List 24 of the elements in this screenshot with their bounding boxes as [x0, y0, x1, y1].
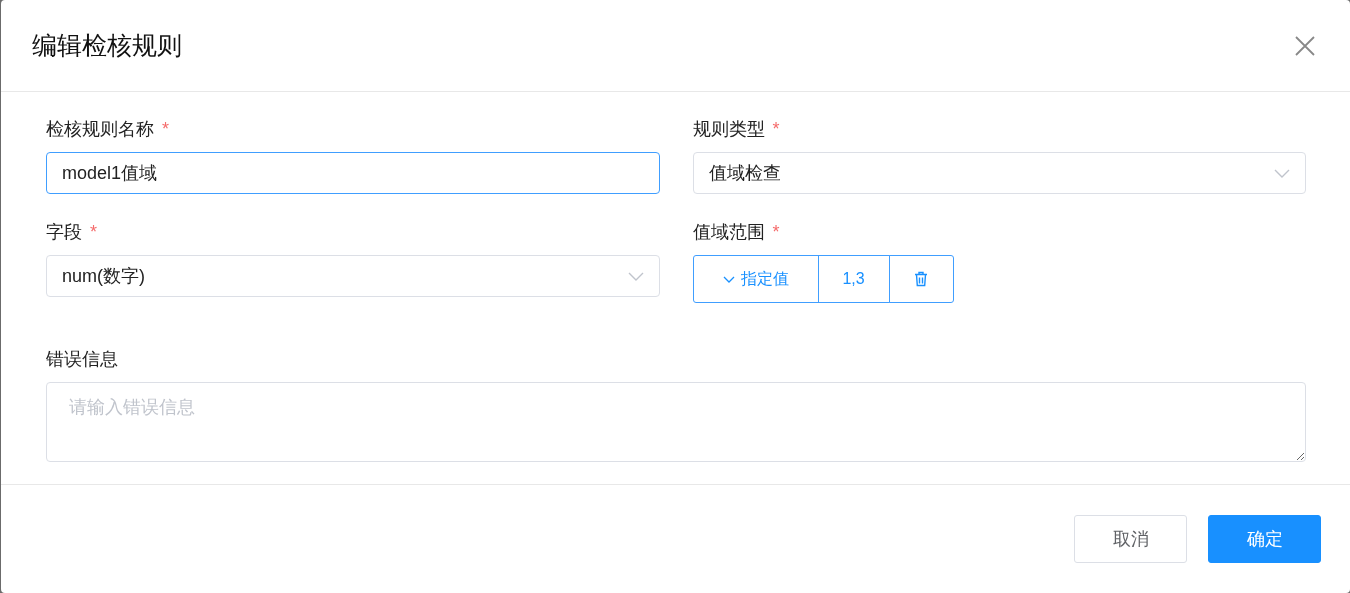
text-input[interactable]: model1值域 [46, 152, 660, 194]
field-label: 检核规则名称 [46, 118, 154, 141]
field-label: 错误信息 [46, 348, 118, 371]
close-icon[interactable] [1294, 34, 1316, 57]
chevron-down-icon [1274, 168, 1290, 178]
required-mark: * [772, 118, 780, 141]
field-label: 规则类型 [692, 118, 765, 141]
required-mark: * [162, 118, 169, 141]
selected-value: num(数字) [62, 265, 145, 288]
select-field[interactable]: 值域检查 [692, 152, 1306, 194]
cancel-button[interactable]: 取消 [1074, 515, 1187, 563]
trash-icon [914, 271, 928, 287]
field-label: 值域范围 [692, 221, 765, 244]
error-message-field[interactable]: 请输入错误信息 [46, 382, 1306, 462]
delete-button[interactable] [888, 255, 954, 303]
required-mark: * [90, 221, 97, 244]
dialog-title: 编辑检核规则 [32, 30, 182, 61]
field-label: 字段 [46, 221, 82, 244]
value-button[interactable]: 1,3 [817, 255, 890, 303]
required-mark: * [772, 221, 780, 244]
chevron-down-icon [627, 271, 644, 281]
chevron-down-icon [722, 275, 735, 283]
select-field[interactable]: num(数字) [46, 255, 660, 297]
selected-value: 值域检查 [708, 162, 781, 185]
